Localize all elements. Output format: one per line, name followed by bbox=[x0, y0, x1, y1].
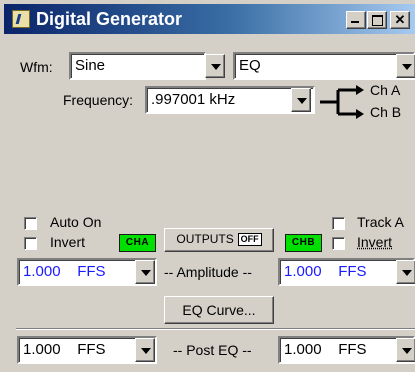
post-eq-b-unit: FFS bbox=[338, 341, 367, 358]
outputs-button[interactable]: OUTPUTS OFF bbox=[164, 228, 274, 252]
cha-badge: CHA bbox=[119, 234, 156, 252]
title-bar[interactable]: Digital Generator ✕ bbox=[4, 4, 415, 34]
amplitude-b-dropdown-button[interactable] bbox=[396, 260, 415, 284]
minimize-button[interactable] bbox=[346, 11, 366, 29]
invert-b-label: Invert bbox=[357, 234, 393, 250]
post-eq-a-unit: FFS bbox=[77, 341, 106, 358]
eq-dropdown-button[interactable] bbox=[396, 54, 415, 78]
minimize-icon bbox=[351, 21, 359, 23]
post-eq-b-value: 1.000 bbox=[284, 341, 322, 358]
post-eq-label: -- Post EQ -- bbox=[173, 342, 252, 358]
chb-badge: CHB bbox=[285, 234, 322, 252]
invert-a-checkbox[interactable] bbox=[24, 237, 37, 250]
maximize-icon bbox=[372, 15, 383, 26]
waveform-dropdown-button[interactable] bbox=[205, 54, 225, 78]
channel-routing-icon bbox=[320, 85, 364, 119]
frequency-field[interactable]: .997001 kHz bbox=[145, 86, 315, 114]
amplitude-a-dropdown-button[interactable] bbox=[135, 260, 155, 284]
amplitude-b-value: 1.000 bbox=[284, 263, 322, 280]
amplitude-b-unit: FFS bbox=[338, 263, 367, 280]
auto-on-checkbox[interactable] bbox=[24, 217, 37, 230]
amplitude-b-field[interactable]: 1.000 FFS bbox=[278, 258, 415, 286]
maximize-button[interactable] bbox=[367, 11, 387, 29]
amplitude-label: -- Amplitude -- bbox=[164, 264, 252, 280]
outputs-off-indicator: OFF bbox=[237, 233, 262, 246]
close-button[interactable]: ✕ bbox=[390, 11, 410, 29]
waveform-select[interactable]: Sine bbox=[69, 52, 206, 80]
close-icon: ✕ bbox=[394, 12, 406, 27]
auto-on-label: Auto On bbox=[50, 214, 102, 230]
post-eq-a-dropdown-button[interactable] bbox=[135, 338, 155, 362]
app-icon bbox=[12, 10, 30, 28]
eq-curve-button[interactable]: EQ Curve... bbox=[164, 296, 274, 324]
invert-a-label: Invert bbox=[50, 234, 86, 250]
track-a-label: Track A bbox=[357, 214, 404, 230]
frequency-dropdown-button[interactable] bbox=[291, 88, 311, 112]
post-eq-b-field[interactable]: 1.000 FFS bbox=[278, 336, 415, 364]
post-eq-a-value: 1.000 bbox=[23, 341, 61, 358]
amplitude-a-value: 1.000 bbox=[23, 263, 61, 280]
route-ch-a: Ch A bbox=[370, 82, 401, 98]
amplitude-a-unit: FFS bbox=[77, 263, 106, 280]
route-ch-b: Ch B bbox=[370, 104, 402, 120]
track-a-checkbox[interactable] bbox=[332, 217, 345, 230]
window-title: Digital Generator bbox=[36, 9, 183, 29]
section-divider bbox=[16, 328, 415, 330]
invert-b-checkbox[interactable] bbox=[332, 237, 345, 250]
waveform-label: Wfm: bbox=[20, 59, 53, 75]
outputs-label: OUTPUTS bbox=[176, 232, 234, 246]
eq-select[interactable]: EQ bbox=[233, 52, 415, 80]
frequency-label: Frequency: bbox=[63, 92, 134, 108]
post-eq-b-dropdown-button[interactable] bbox=[396, 338, 415, 362]
